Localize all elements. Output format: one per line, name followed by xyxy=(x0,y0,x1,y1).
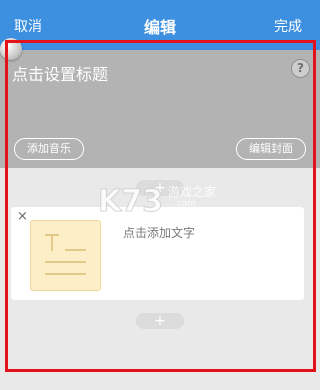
add-music-button[interactable]: 添加音乐 xyxy=(14,138,84,160)
watermark-domain: .com xyxy=(174,199,197,209)
set-title-placeholder[interactable]: 点击设置标题 xyxy=(12,61,108,85)
help-icon[interactable]: ? xyxy=(291,59,310,78)
watermark-site-name: 游戏之家 xyxy=(168,185,217,199)
text-document-icon[interactable] xyxy=(30,220,101,291)
cover-area[interactable]: 点击设置标题 ? 添加音乐 编辑封面 xyxy=(0,50,320,168)
text-document-icon-graphic xyxy=(45,234,86,275)
top-navigation-bar: 取消 编辑 完成 xyxy=(0,0,320,50)
k73-logo-text: K73 xyxy=(98,184,163,219)
text-block-card: × 点击添加文字 xyxy=(11,207,304,300)
assistive-touch-ball[interactable] xyxy=(0,38,22,60)
done-button[interactable]: 完成 xyxy=(274,16,302,36)
page-title: 编辑 xyxy=(143,18,176,37)
k73-logo: K73 xyxy=(98,184,164,220)
insert-block-button-bottom[interactable]: + xyxy=(136,313,184,329)
edit-cover-button[interactable]: 编辑封面 xyxy=(236,138,306,160)
k73-watermark: K73 游戏之家 .com xyxy=(96,180,236,220)
close-icon[interactable]: × xyxy=(17,209,28,224)
add-text-prompt[interactable]: 点击添加文字 xyxy=(123,224,195,241)
